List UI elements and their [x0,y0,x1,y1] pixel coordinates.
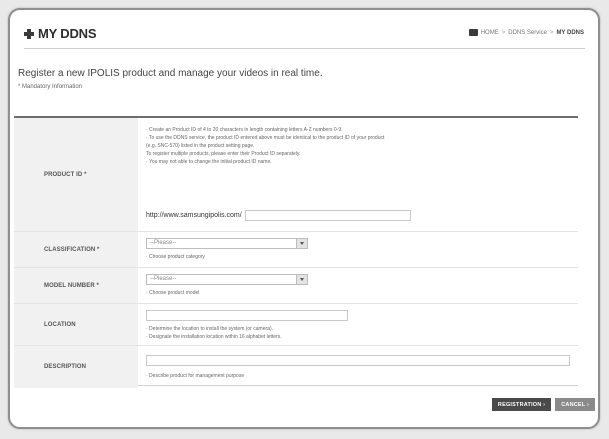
breadcrumb-current: MY DDNS [556,29,584,36]
location-note: · Determine the location to install the … [146,326,273,332]
breadcrumb-separator: > [549,29,554,36]
product-id-note: · You may not able to change the initial… [146,159,272,165]
intro-heading: Register a new IPOLIS product and manage… [18,68,323,79]
location-input[interactable] [146,310,348,321]
plus-icon [24,28,34,39]
product-id-input[interactable] [244,210,411,221]
header-divider [24,48,585,49]
page-header: MY DDNS HOME > DDNS Service > MY DDNS [24,24,584,46]
registration-form: PRODUCT ID * · Create an Product ID of 4… [14,116,578,388]
location-notes: · Determine the location to install the … [146,325,282,341]
page-title: MY DDNS [38,26,97,41]
breadcrumb-section[interactable]: DDNS Service [508,30,547,36]
location-note: · Designate the installation location wi… [146,334,282,340]
model-number-selected: --Please-- [150,276,177,282]
form-row-product-id: PRODUCT ID * · Create an Product ID of 4… [14,118,578,232]
description-input[interactable] [146,355,570,366]
form-row-location: LOCATION · Determine the location to ins… [14,304,578,346]
breadcrumb-home[interactable]: HOME [481,30,499,36]
mandatory-note: * Mandatory Information [18,84,83,90]
product-id-note: · To use the DDNS service, the product I… [146,135,385,141]
product-url-line: http://www.samsungipolis.com/ [146,210,411,221]
model-number-field: --Please-- · Choose product model [146,268,570,303]
url-prefix: http://www.samsungipolis.com/ [146,212,242,219]
classification-selected: --Please-- [150,240,177,246]
form-row-model-number: MODEL NUMBER * --Please-- · Choose produ… [14,268,578,304]
title-wrap: MY DDNS [24,26,97,41]
form-row-description: DESCRIPTION · Describe product for manag… [14,346,578,388]
classification-select[interactable]: --Please-- [146,238,308,249]
description-label: DESCRIPTION [14,346,138,388]
product-id-note: (e.g. SNC-570) listed in the product set… [146,143,255,149]
model-number-select[interactable]: --Please-- [146,274,308,285]
form-row-classification: CLASSIFICATION * --Please-- · Choose pro… [14,232,578,268]
chevron-down-icon[interactable] [296,239,307,248]
description-field: · Describe product for management purpos… [146,346,570,388]
cancel-button[interactable]: CANCEL › [555,398,595,411]
model-number-hint: · Choose product model [146,290,200,296]
description-hint: · Describe product for management purpos… [146,373,245,379]
registration-button[interactable]: REGISTRATION › [491,398,552,411]
product-id-label: PRODUCT ID * [14,118,138,231]
breadcrumb-separator: > [501,29,506,36]
product-id-note: · Create an Product ID of 4 to 20 charac… [146,127,343,133]
location-field: · Determine the location to install the … [146,304,570,345]
product-id-notes: · Create an Product ID of 4 to 20 charac… [146,126,566,166]
classification-hint: · Choose product category [146,254,205,260]
breadcrumb: HOME > DDNS Service > MY DDNS [468,29,584,36]
product-id-field: · Create an Product ID of 4 to 20 charac… [146,118,570,231]
form-actions: REGISTRATION › CANCEL › [488,398,595,411]
home-icon[interactable] [468,29,478,36]
chevron-down-icon[interactable] [296,275,307,284]
model-number-label: MODEL NUMBER * [14,268,138,303]
location-label: LOCATION [14,304,138,345]
product-id-note: To register multiple products, please en… [146,151,301,157]
classification-label: CLASSIFICATION * [14,232,138,267]
classification-field: --Please-- · Choose product category [146,232,570,267]
